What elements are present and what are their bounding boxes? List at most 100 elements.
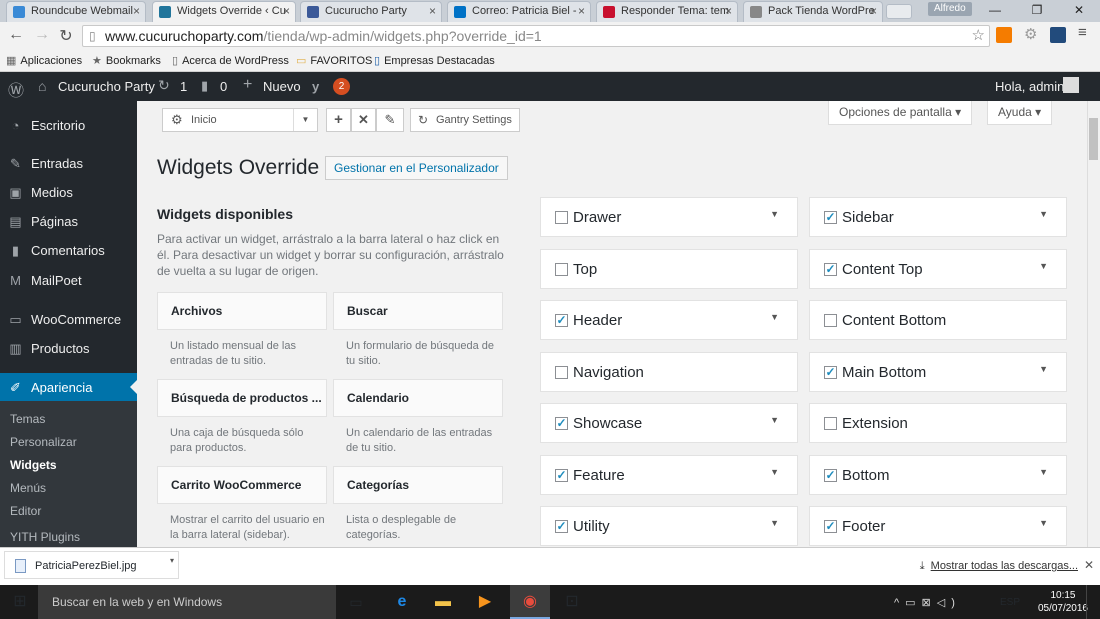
yoast-icon[interactable]: y	[312, 79, 319, 94]
submenu-item[interactable]: Editor	[10, 504, 41, 518]
close-tab-icon[interactable]: ×	[283, 4, 290, 18]
wordpress-logo-icon[interactable]: Ⓦ	[8, 77, 24, 101]
screen-options-button[interactable]: Opciones de pantalla ▾	[828, 101, 973, 125]
widget-area-extension[interactable]: Extension	[809, 403, 1067, 443]
sidebar-item-entradas[interactable]: ✎ Entradas	[0, 149, 137, 177]
submenu-item[interactable]: Personalizar	[10, 435, 77, 449]
site-name-link[interactable]: Cucurucho Party	[58, 79, 155, 94]
close-tab-icon[interactable]: ×	[133, 4, 140, 18]
widget-area-navigation[interactable]: Navigation	[540, 352, 798, 392]
area-checkbox[interactable]: ✓	[824, 520, 837, 533]
area-checkbox[interactable]: ✓	[555, 469, 568, 482]
close-shelf-icon[interactable]: ✕	[1084, 558, 1094, 572]
chrome-icon[interactable]: ◉	[520, 592, 540, 612]
widget-card[interactable]: Calendario	[333, 379, 503, 417]
profile-badge[interactable]: Alfredo	[928, 2, 972, 16]
new-link[interactable]: Nuevo	[263, 79, 301, 94]
override-select[interactable]: ⚙ Inicio ▼	[162, 108, 318, 132]
widget-area-showcase[interactable]: ✓ Showcase ▼	[540, 403, 798, 443]
toggle-arrow-icon[interactable]: ▼	[770, 467, 779, 477]
task-view-icon[interactable]: ▭	[346, 592, 366, 612]
file-explorer-icon[interactable]: ▬	[433, 592, 453, 612]
close-tab-icon[interactable]: ×	[429, 4, 436, 18]
area-checkbox[interactable]: ✓	[824, 469, 837, 482]
sidebar-item-woocommerce[interactable]: ▭ WooCommerce	[0, 305, 137, 333]
widget-area-utility[interactable]: ✓ Utility ▼	[540, 506, 798, 546]
sidebar-item-páginas[interactable]: ▤ Páginas	[0, 207, 137, 235]
browser-tab[interactable]: Widgets Override ‹ Cu ×	[152, 1, 296, 22]
widget-area-sidebar[interactable]: ✓ Sidebar ▼	[809, 197, 1067, 237]
sidebar-item-mailpoet[interactable]: M MailPoet	[0, 266, 137, 294]
chrome-menu-icon[interactable]: ≡	[1078, 24, 1087, 41]
extension-db-icon[interactable]	[1050, 27, 1066, 43]
chevron-down-icon[interactable]: ▾	[170, 556, 174, 565]
browser-tab[interactable]: Correo: Patricia Biel - ×	[447, 1, 591, 22]
browser-tab[interactable]: Responder Tema: tem ×	[596, 1, 738, 22]
area-checkbox[interactable]: ✓	[824, 211, 837, 224]
submenu-item[interactable]: YITH Plugins	[10, 530, 80, 544]
widget-area-content-bottom[interactable]: Content Bottom	[809, 300, 1067, 340]
download-item[interactable]: PatriciaPerezBiel.jpg ▾	[4, 551, 179, 579]
toggle-arrow-icon[interactable]: ▼	[1039, 261, 1048, 271]
help-button[interactable]: Ayuda ▾	[987, 101, 1053, 125]
extension-gear-icon[interactable]: ⚙	[1024, 25, 1037, 43]
edit-override-button[interactable]: ✎	[376, 108, 404, 132]
widget-area-drawer[interactable]: Drawer ▼	[540, 197, 798, 237]
show-all-downloads-link[interactable]: ⤓ Mostrar todas las descargas...	[920, 560, 1078, 573]
browser-tab[interactable]: Cucurucho Party ×	[300, 1, 442, 22]
area-checkbox[interactable]: ✓	[824, 366, 837, 379]
bookmark-item[interactable]: ▯ Empresas Destacadas	[374, 54, 495, 67]
minimize-button[interactable]: —	[974, 0, 1016, 22]
media-player-icon[interactable]: ▶	[475, 592, 495, 612]
avatar[interactable]	[1063, 77, 1079, 93]
area-checkbox[interactable]	[824, 417, 837, 430]
area-checkbox[interactable]	[824, 314, 837, 327]
bookmark-item[interactable]: ▯ Acerca de WordPress	[172, 54, 289, 67]
toggle-arrow-icon[interactable]: ▼	[770, 312, 779, 322]
widget-area-footer[interactable]: ✓ Footer ▼	[809, 506, 1067, 546]
edge-icon[interactable]: e	[392, 592, 412, 612]
browser-tab[interactable]: Roundcube Webmail ×	[6, 1, 146, 22]
widget-card[interactable]: Búsqueda de productos ...	[157, 379, 327, 417]
language-indicator[interactable]: ESP	[1000, 597, 1020, 608]
area-checkbox[interactable]: ✓	[824, 263, 837, 276]
submenu-item[interactable]: Temas	[10, 412, 45, 426]
sidebar-item-comentarios[interactable]: ▮ Comentarios	[0, 236, 137, 264]
area-checkbox[interactable]: ✓	[555, 520, 568, 533]
area-checkbox[interactable]: ✓	[555, 314, 568, 327]
back-icon[interactable]: ←	[6, 26, 26, 44]
toggle-arrow-icon[interactable]: ▼	[1039, 364, 1048, 374]
browser-tab[interactable]: Pack Tienda WordPre ×	[743, 1, 883, 22]
new-tab-button[interactable]	[886, 4, 912, 19]
widget-card[interactable]: Archivos	[157, 292, 327, 330]
reload-icon[interactable]: ↻	[56, 26, 76, 46]
taskbar-clock[interactable]: 10:15 05/07/2016	[1038, 589, 1088, 615]
scrollbar-thumb[interactable]	[1089, 118, 1098, 160]
gantry-settings-button[interactable]: ↻ Gantry Settings	[410, 108, 520, 132]
widget-area-top[interactable]: Top	[540, 249, 798, 289]
add-override-button[interactable]: +	[326, 108, 351, 132]
bookmark-item[interactable]: ▭ FAVORITOS	[296, 54, 372, 67]
toggle-arrow-icon[interactable]: ▼	[770, 209, 779, 219]
bookmark-item[interactable]: ▦ Aplicaciones	[6, 54, 82, 67]
toggle-arrow-icon[interactable]: ▼	[1039, 518, 1048, 528]
tray-icons[interactable]: ^▭⊠◁)	[894, 596, 961, 609]
close-tab-icon[interactable]: ×	[870, 4, 877, 18]
taskbar-search-box[interactable]: Buscar en la web y en Windows	[38, 585, 336, 619]
extension-hubspot-icon[interactable]	[996, 27, 1012, 43]
forward-icon[interactable]: →	[32, 26, 52, 44]
widget-card[interactable]: Carrito WooCommerce	[157, 466, 327, 504]
bookmark-item[interactable]: ★ Bookmarks	[92, 54, 161, 67]
widget-area-main-bottom[interactable]: ✓ Main Bottom ▼	[809, 352, 1067, 392]
widget-area-bottom[interactable]: ✓ Bottom ▼	[809, 455, 1067, 495]
toggle-arrow-icon[interactable]: ▼	[1039, 209, 1048, 219]
submenu-item[interactable]: Widgets	[10, 458, 57, 472]
area-checkbox[interactable]	[555, 366, 568, 379]
area-checkbox[interactable]	[555, 263, 568, 276]
delete-override-button[interactable]: ✕	[351, 108, 376, 132]
restore-button[interactable]: ❐	[1016, 0, 1058, 22]
area-checkbox[interactable]: ✓	[555, 417, 568, 430]
widget-area-header[interactable]: ✓ Header ▼	[540, 300, 798, 340]
sidebar-item-escritorio[interactable]: ◔ Escritorio	[0, 111, 137, 139]
comments-icon[interactable]: ▮	[201, 78, 208, 94]
